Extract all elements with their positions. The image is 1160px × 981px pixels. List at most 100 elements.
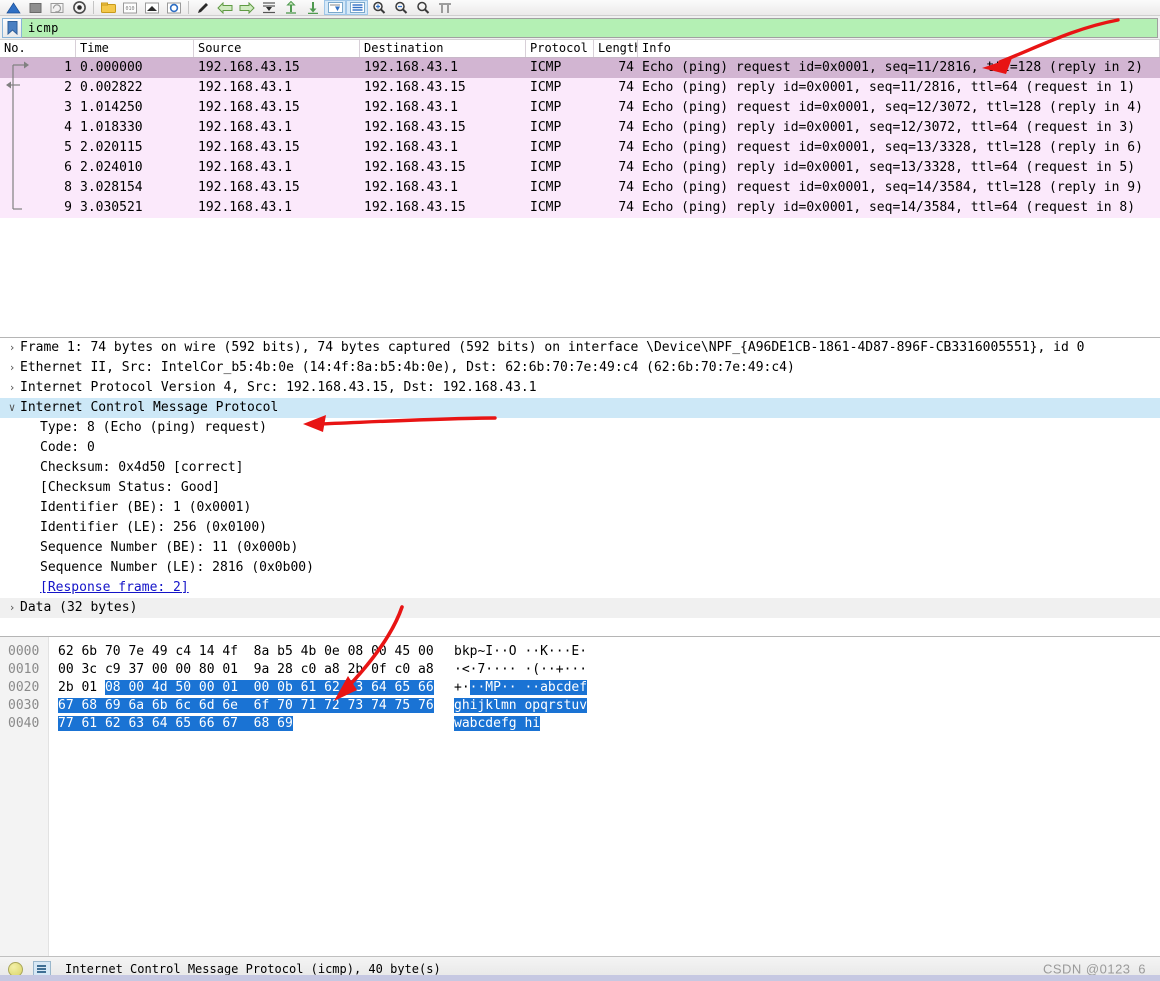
packet-source: 192.168.43.15 — [198, 140, 300, 155]
hex-dump-row[interactable]: 0010 00 3c c9 37 00 00 80 01 9a 28 c0 a8 … — [0, 661, 1160, 679]
detail-tree-row[interactable]: Identifier (BE): 1 (0x0001) — [0, 498, 1160, 518]
resize-columns-icon[interactable] — [434, 0, 456, 15]
packet-time: 1.018330 — [80, 120, 143, 135]
packet-list-row[interactable]: 1 0.000000 192.168.43.15 192.168.43.1 ICMP 74… — [0, 58, 1160, 78]
column-header-no[interactable]: No. — [0, 40, 76, 57]
packet-list-row[interactable]: 6 2.024010 192.168.43.1 192.168.43.15 ICMP 74… — [0, 158, 1160, 178]
capture-options-icon[interactable] — [68, 0, 90, 15]
column-header-source[interactable]: Source — [194, 40, 360, 57]
go-forward-icon[interactable] — [236, 0, 258, 15]
packet-list-header: No. Time Source Destination Protocol Len… — [0, 40, 1160, 58]
detail-tree-row[interactable]: Code: 0 — [0, 438, 1160, 458]
column-header-length[interactable]: Length — [594, 40, 638, 57]
find-packet-icon[interactable] — [192, 0, 214, 15]
hex-bytes-plain: 2b 01 — [58, 680, 105, 695]
column-header-destination[interactable]: Destination — [360, 40, 526, 57]
hex-dump-row[interactable]: 0000 62 6b 70 7e 49 c4 14 4f 8a b5 4b 0e … — [0, 643, 1160, 661]
bookmark-icon[interactable] — [2, 17, 22, 38]
packet-destination: 192.168.43.1 — [364, 60, 458, 75]
hex-ascii-plain: bkp~I··O ··K···E· — [454, 644, 588, 659]
chevron-down-icon[interactable]: ∨ — [4, 398, 20, 418]
detail-tree-label[interactable]: [Response frame: 2] — [40, 578, 189, 598]
packet-info: Echo (ping) request id=0x0001, seq=13/33… — [642, 140, 1143, 155]
hex-ascii: wabcdefg hi — [448, 715, 541, 733]
display-filter-bar: icmp — [0, 16, 1160, 40]
packet-list-row[interactable]: 3 1.014250 192.168.43.15 192.168.43.1 ICMP 74… — [0, 98, 1160, 118]
packet-list-row[interactable]: 8 3.028154 192.168.43.15 192.168.43.1 ICMP 74… — [0, 178, 1160, 198]
zoom-in-icon[interactable] — [368, 0, 390, 15]
packet-no: 3 — [64, 100, 72, 115]
packet-list-pane[interactable]: No. Time Source Destination Protocol Len… — [0, 40, 1160, 338]
wireshark-window: 010 icmp No. Time Source Destination Pro… — [0, 0, 1160, 981]
packet-no: 6 — [64, 160, 72, 175]
detail-tree-row[interactable]: Sequence Number (LE): 2816 (0x0b00) — [0, 558, 1160, 578]
hex-bytes: 77 61 62 63 64 65 66 67 68 69 — [48, 715, 448, 733]
reload-file-icon[interactable] — [163, 0, 185, 15]
hex-bytes: 2b 01 08 00 4d 50 00 01 00 0b 61 62 63 6… — [48, 679, 448, 697]
start-capture-icon[interactable] — [2, 0, 24, 15]
detail-tree-row[interactable]: › Internet Protocol Version 4, Src: 192.1… — [0, 378, 1160, 398]
detail-tree-row[interactable]: Checksum: 0x4d50 [correct] — [0, 458, 1160, 478]
zoom-out-icon[interactable] — [390, 0, 412, 15]
close-file-icon[interactable] — [141, 0, 163, 15]
packet-list-row[interactable]: 5 2.020115 192.168.43.15 192.168.43.1 ICMP 74… — [0, 138, 1160, 158]
stop-capture-icon[interactable] — [24, 0, 46, 15]
go-to-first-icon[interactable] — [280, 0, 302, 15]
column-header-time[interactable]: Time — [76, 40, 194, 57]
hex-dump-row[interactable]: 0030 67 68 69 6a 6b 6c 6d 6e 6f 70 71 72 … — [0, 697, 1160, 715]
column-header-protocol[interactable]: Protocol — [526, 40, 594, 57]
packet-bytes-pane[interactable]: 0000 62 6b 70 7e 49 c4 14 4f 8a b5 4b 0e … — [0, 637, 1160, 956]
zoom-reset-icon[interactable] — [412, 0, 434, 15]
packet-destination: 192.168.43.1 — [364, 100, 458, 115]
restart-capture-icon[interactable] — [46, 0, 68, 15]
hex-ascii-highlighted: ghijklmn opqrstuv — [454, 698, 588, 713]
toolbar-separator — [188, 1, 189, 14]
detail-tree-row[interactable]: [Response frame: 2] — [0, 578, 1160, 598]
packet-info: Echo (ping) reply id=0x0001, seq=12/3072… — [642, 120, 1136, 135]
detail-tree-label: Code: 0 — [40, 440, 95, 455]
chevron-right-icon[interactable]: › — [4, 378, 20, 398]
packet-details-pane[interactable]: › Frame 1: 74 bytes on wire (592 bits), 7… — [0, 338, 1160, 637]
go-to-packet-icon[interactable] — [258, 0, 280, 15]
detail-tree-row[interactable]: ∨ Internet Control Message Protocol — [0, 398, 1160, 418]
column-header-info[interactable]: Info — [638, 40, 1160, 57]
detail-tree-row[interactable]: [Checksum Status: Good] — [0, 478, 1160, 498]
hex-dump-row[interactable]: 0020 2b 01 08 00 4d 50 00 01 00 0b 61 62 … — [0, 679, 1160, 697]
packet-info: Echo (ping) request id=0x0001, seq=11/28… — [642, 60, 1143, 75]
packet-list-row[interactable]: 9 3.030521 192.168.43.1 192.168.43.15 ICMP 74… — [0, 198, 1160, 218]
detail-tree-row[interactable]: › Ethernet II, Src: IntelCor_b5:4b:0e (14… — [0, 358, 1160, 378]
packet-protocol: ICMP — [530, 120, 562, 135]
detail-tree-row[interactable]: Identifier (LE): 256 (0x0100) — [0, 518, 1160, 538]
packet-protocol: ICMP — [530, 140, 562, 155]
hex-ascii: bkp~I··O ··K···E· — [448, 643, 587, 661]
hex-ascii: ·<·7···· ·(··+··· — [448, 661, 587, 679]
status-bar: Internet Control Message Protocol (icmp)… — [0, 956, 1160, 981]
go-back-icon[interactable] — [214, 0, 236, 15]
open-file-icon[interactable] — [97, 0, 119, 15]
detail-tree-row[interactable]: › Data (32 bytes) — [0, 598, 1160, 618]
packet-list-rows: 1 0.000000 192.168.43.15 192.168.43.1 ICMP 74… — [0, 58, 1160, 218]
hex-ascii-highlighted: ··MP·· ··abcdef — [469, 680, 588, 695]
go-to-last-icon[interactable] — [302, 0, 324, 15]
colorize-icon[interactable] — [346, 0, 368, 15]
packet-info: Echo (ping) reply id=0x0001, seq=14/3584… — [642, 200, 1136, 215]
packet-length: 74 — [618, 80, 634, 95]
packet-no: 4 — [64, 120, 72, 135]
chevron-right-icon[interactable]: › — [4, 598, 20, 618]
status-bar-text: Internet Control Message Protocol (icmp)… — [65, 962, 441, 976]
detail-tree-row[interactable]: Type: 8 (Echo (ping) request) — [0, 418, 1160, 438]
detail-tree-row[interactable]: Sequence Number (BE): 11 (0x000b) — [0, 538, 1160, 558]
hex-bytes-plain: 62 6b 70 7e 49 c4 14 4f 8a b5 4b 0e 08 0… — [58, 644, 434, 659]
hex-dump-row[interactable]: 0040 77 61 62 63 64 65 66 67 68 69 wabcdef… — [0, 715, 1160, 733]
display-filter-input[interactable]: icmp — [22, 17, 1158, 38]
packet-source: 192.168.43.15 — [198, 100, 300, 115]
packet-list-row[interactable]: 2 0.002822 192.168.43.1 192.168.43.15 ICMP 74… — [0, 78, 1160, 98]
chevron-right-icon[interactable]: › — [4, 358, 20, 378]
chevron-right-icon[interactable]: › — [4, 338, 20, 358]
autoscroll-icon[interactable] — [324, 0, 346, 15]
packet-destination: 192.168.43.1 — [364, 140, 458, 155]
detail-tree-row[interactable]: › Frame 1: 74 bytes on wire (592 bits), 7… — [0, 338, 1160, 358]
save-file-icon[interactable]: 010 — [119, 0, 141, 15]
packet-list-row[interactable]: 4 1.018330 192.168.43.1 192.168.43.15 ICMP 74… — [0, 118, 1160, 138]
hex-ascii: ghijklmn opqrstuv — [448, 697, 588, 715]
